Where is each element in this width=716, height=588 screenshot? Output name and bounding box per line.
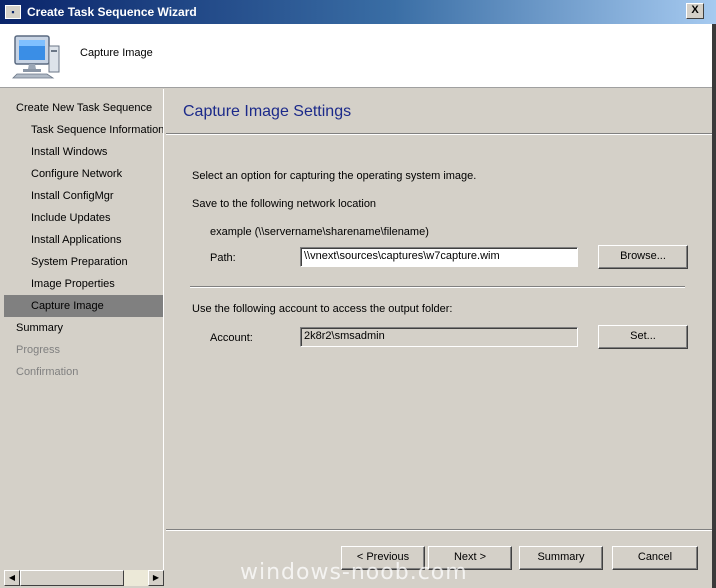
path-input[interactable]: \\vnext\sources\captures\w7capture.wim [300,247,578,267]
sidebar-item-install-windows[interactable]: Install Windows [4,141,163,163]
wizard-header: Capture Image [0,24,712,88]
account-intro-text: Use the following account to access the … [192,303,453,315]
wizard-steps-sidebar: Create New Task Sequence Task Sequence In… [4,89,164,570]
wizard-page-content: Capture Image Settings Select an option … [166,89,712,529]
network-location-label: Save to the following network location [192,198,377,210]
sidebar-item-image-properties[interactable]: Image Properties [4,273,163,295]
sidebar-item-confirmation: Confirmation [16,366,79,378]
instruction-text: Select an option for capturing the opera… [192,170,477,182]
set-account-button[interactable]: Set... [598,325,688,349]
sidebar-item-progress: Progress [16,344,61,356]
header-subtitle: Capture Image [80,47,153,59]
wizard-steps-list: Create New Task Sequence Task Sequence In… [4,89,163,383]
page-title: Capture Image Settings [183,103,352,120]
sidebar-item-include-updates[interactable]: Include Updates [4,207,163,229]
path-label: Path: [210,252,236,264]
watermark-text: windows-noob.com [240,560,468,585]
scroll-left-icon[interactable]: ◀ [4,570,20,586]
window-title: Create Task Sequence Wizard [27,5,197,19]
account-field: 2k8r2\smsadmin [300,327,578,347]
sidebar-item-install-applications[interactable]: Install Applications [4,229,163,251]
close-button[interactable]: X [686,3,704,19]
wizard-app-icon: ▪ [5,5,21,19]
sidebar-item-install-configmgr[interactable]: Install ConfigMgr [4,185,163,207]
title-bar: ▪ Create Task Sequence Wizard X [0,0,716,24]
scroll-right-icon[interactable]: ▶ [148,570,164,586]
computer-monitor-icon [12,35,60,79]
sidebar-item-configure-network[interactable]: Configure Network [4,163,163,185]
example-text: example (\\servername\sharename\filename… [210,226,429,238]
heading-divider [166,133,712,135]
sidebar-item-capture-image[interactable]: Capture Image [4,295,163,317]
browse-button[interactable]: Browse... [598,245,688,269]
cancel-button[interactable]: Cancel [612,546,698,570]
desktop-background-edge [712,24,716,588]
sidebar-item-create-new-task-sequence[interactable]: Create New Task Sequence [4,97,163,119]
summary-button[interactable]: Summary [519,546,603,570]
scrollbar-thumb[interactable] [20,570,124,586]
sidebar-horizontal-scrollbar[interactable]: ◀ ▶ [4,570,164,586]
sidebar-item-system-preparation[interactable]: System Preparation [4,251,163,273]
account-label: Account: [210,332,253,344]
section-divider [190,286,685,288]
footer-divider [166,529,712,531]
sidebar-item-task-sequence-information[interactable]: Task Sequence Information [4,119,163,141]
sidebar-item-summary[interactable]: Summary [4,317,163,339]
